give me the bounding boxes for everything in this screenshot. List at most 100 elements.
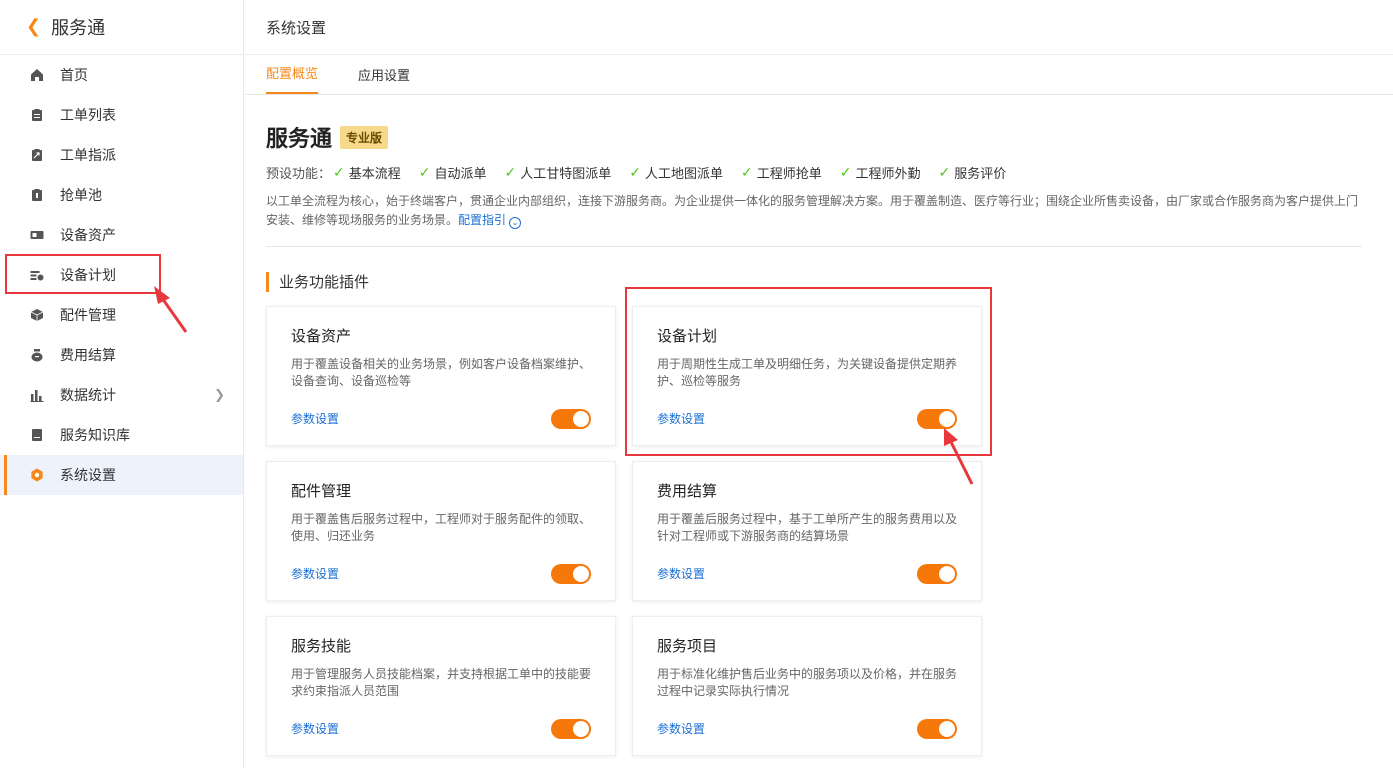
sidebar-item-device-assets[interactable]: 设备资产 <box>0 215 243 255</box>
plugin-title: 配件管理 <box>291 482 352 500</box>
plugin-desc: 用于覆盖后服务过程中，基于工单所产生的服务费用以及针对工程师或下游服务商的结算场… <box>657 512 958 543</box>
tab-config-overview[interactable]: 配置概览 <box>266 63 319 94</box>
check-icon: ✓ <box>333 164 345 181</box>
sidebar-item-label: 配件管理 <box>60 308 116 324</box>
plugin-toggle[interactable] <box>551 409 591 429</box>
feature-item: ✓ 服务评价 <box>938 163 1007 183</box>
sidebar-item-label: 数据统计 <box>60 388 116 404</box>
sidebar-header[interactable]: ❮ 服务通 <box>0 0 243 55</box>
plugin-toggle[interactable] <box>917 564 957 584</box>
chevron-right-icon: ❯ <box>214 387 225 403</box>
sidebar-item-label: 工单指派 <box>60 148 116 164</box>
home-icon <box>30 68 44 82</box>
clipboard-icon <box>30 108 44 122</box>
plugin-card-service-skills: 服务技能 用于管理服务人员技能档案，并支持根据工单中的技能要求约束指派人员范围 … <box>266 616 616 756</box>
plugin-card-service-items: 服务项目 用于标准化维护售后业务中的服务项以及价格，并在服务过程中记录实际执行情… <box>632 616 982 756</box>
plugin-title: 服务项目 <box>657 637 718 655</box>
product-heading: 服务通 专业版 <box>266 121 1363 153</box>
check-icon: ✓ <box>839 164 852 181</box>
param-settings-link[interactable]: 参数设置 <box>291 720 339 737</box>
sidebar-item-system-settings[interactable]: 系统设置 <box>0 455 243 495</box>
sidebar-item-ticket-list[interactable]: 工单列表 <box>0 95 243 135</box>
plugin-title: 费用结算 <box>657 482 718 500</box>
sidebar-item-grab-pool[interactable]: 抢单池 <box>0 175 243 215</box>
clipboard-arrow-icon <box>30 148 44 162</box>
check-icon: ✓ <box>418 164 431 181</box>
sidebar-item-label: 抢单池 <box>60 188 102 204</box>
sidebar-item-label: 费用结算 <box>60 348 116 364</box>
feature-item: ✓ 工程师抢单 <box>741 163 822 183</box>
plugin-toggle[interactable] <box>551 564 591 584</box>
box-icon <box>30 308 44 322</box>
highlight-box-card <box>625 287 992 456</box>
plugin-card-parts-management: 配件管理 用于覆盖售后服务过程中，工程师对于服务配件的领取、使用、归还业务 参数… <box>266 461 616 601</box>
check-icon: ✓ <box>629 164 641 181</box>
device-card-icon <box>30 228 44 242</box>
sidebar-item-label: 服务知识库 <box>60 428 130 444</box>
sidebar-item-parts-management[interactable]: 配件管理 <box>0 295 243 335</box>
feature-item: ✓ 人工甘特图派单 <box>505 163 612 183</box>
plugin-title: 设备资产 <box>291 327 352 345</box>
clipboard-grab-icon <box>30 188 44 202</box>
toggle-knob <box>939 566 955 582</box>
book-icon <box>30 428 44 442</box>
edition-badge: 专业版 <box>340 125 389 149</box>
plugin-desc: 用于覆盖售后服务过程中，工程师对于服务配件的领取、使用、归还业务 <box>291 512 592 543</box>
moneybag-icon <box>30 348 44 362</box>
sidebar-item-label: 系统设置 <box>60 468 116 484</box>
sidebar-item-label: 设备资产 <box>60 228 116 244</box>
sidebar-item-home[interactable]: 首页 <box>0 55 243 95</box>
plugin-desc: 用于覆盖设备相关的业务场景，例如客户设备档案维护、设备查询、设备巡检等 <box>291 357 592 388</box>
toggle-knob <box>573 411 589 427</box>
param-settings-link[interactable]: 参数设置 <box>291 565 339 582</box>
sidebar-item-data-stats[interactable]: 数据统计 ❯ <box>0 375 243 415</box>
param-settings-link[interactable]: 参数设置 <box>291 410 339 427</box>
highlight-box-sidebar <box>5 254 161 294</box>
annotation-arrow-icon <box>154 286 188 333</box>
plugin-card-fee-settlement: 费用结算 用于覆盖后服务过程中，基于工单所产生的服务费用以及针对工程师或下游服务… <box>632 461 982 601</box>
description-text: 以工单全流程为核心，始于终端客户，贯通企业内部组织，连接下游服务商。为企业提供一… <box>266 194 1359 227</box>
product-name: 服务通 <box>266 127 333 152</box>
plugin-title: 服务技能 <box>291 637 352 655</box>
feature-label: 工程师抢单 <box>756 167 822 182</box>
feature-item: ✓ 自动派单 <box>418 163 487 183</box>
sidebar-item-ticket-assign[interactable]: 工单指派 <box>0 135 243 175</box>
feature-item: ✓ 基本流程 <box>333 163 401 183</box>
check-icon: ✓ <box>938 164 951 181</box>
sidebar: ❮ 服务通 首页 工单列表 工单指派 抢单池 设备资产 设备计划 配件管理 费用… <box>0 0 244 768</box>
toggle-knob <box>939 721 955 737</box>
plugin-toggle[interactable] <box>917 719 957 739</box>
param-settings-link[interactable]: 参数设置 <box>657 565 705 582</box>
divider <box>266 246 1362 247</box>
toggle-knob <box>573 721 589 737</box>
plugin-desc: 用于管理服务人员技能档案，并支持根据工单中的技能要求约束指派人员范围 <box>291 667 592 698</box>
sidebar-item-label: 首页 <box>60 68 88 84</box>
guide-link-label: 配置指引 <box>458 213 507 227</box>
tab-app-settings[interactable]: 应用设置 <box>358 65 410 94</box>
app-title: 服务通 <box>51 18 106 39</box>
sidebar-item-knowledge-base[interactable]: 服务知识库 <box>0 415 243 455</box>
chevron-down-circle-icon: ⌄ <box>509 217 522 229</box>
feature-label: 基本流程 <box>348 167 401 182</box>
check-icon: ✓ <box>741 164 753 181</box>
config-guide-link[interactable]: 配置指引 ⌄ <box>458 213 522 229</box>
bar-chart-icon <box>30 388 44 402</box>
toggle-knob <box>573 566 589 582</box>
feature-label: 人工地图派单 <box>645 167 724 182</box>
sidebar-item-label: 工单列表 <box>60 108 116 124</box>
tab-bar: 配置概览 应用设置 <box>245 55 1393 95</box>
section-accent-bar <box>266 271 269 292</box>
feature-label: 服务评价 <box>954 167 1007 182</box>
features-label: 预设功能： <box>266 167 332 182</box>
plugin-desc: 用于标准化维护售后业务中的服务项以及价格，并在服务过程中记录实际执行情况 <box>657 667 958 698</box>
product-description: 以工单全流程为核心，始于终端客户，贯通企业内部组织，连接下游服务商。为企业提供一… <box>266 192 1366 230</box>
plugin-card-device-assets: 设备资产 用于覆盖设备相关的业务场景，例如客户设备档案维护、设备查询、设备巡检等… <box>266 306 616 446</box>
param-settings-link[interactable]: 参数设置 <box>657 720 705 737</box>
sidebar-item-fee-settlement[interactable]: 费用结算 <box>0 335 243 375</box>
feature-label: 自动派单 <box>434 167 487 182</box>
plugin-toggle[interactable] <box>551 719 591 739</box>
overview-content: 服务通 专业版 预设功能： ✓ 基本流程 ✓ 自动派单 ✓ 人工甘特图派单 ✓ 人工地图… <box>245 121 1393 292</box>
feature-list: 预设功能： ✓ 基本流程 ✓ 自动派单 ✓ 人工甘特图派单 ✓ 人工地图派单 ✓ 工程师抢… <box>266 163 1363 183</box>
chevron-left-icon[interactable]: ❮ <box>26 18 41 36</box>
section-title-label: 业务功能插件 <box>279 273 370 291</box>
